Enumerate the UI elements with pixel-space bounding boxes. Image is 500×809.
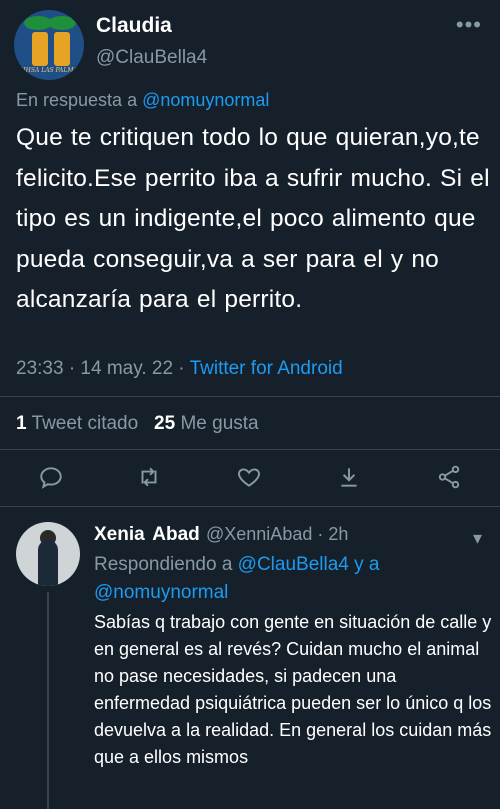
like-icon xyxy=(238,468,260,487)
reply-to-line: En respuesta a @nomuynormal xyxy=(16,90,269,111)
likes-stat[interactable]: 25 Me gusta xyxy=(154,413,259,434)
bookmark-button[interactable] xyxy=(336,464,366,494)
like-label: Me gusta xyxy=(180,413,259,434)
tweet-timestamp[interactable]: 23:33 · 14 may. 22 · xyxy=(16,358,185,379)
author-name[interactable]: Claudia xyxy=(96,14,172,38)
avatar[interactable]: AHHSA LAS PALMAS xyxy=(14,10,84,80)
author-handle[interactable]: @ClauBella4 xyxy=(96,47,207,69)
more-options-icon[interactable]: ••• xyxy=(456,14,482,36)
reply-icon xyxy=(40,467,62,489)
reply-author-name[interactable]: Xenia Abad xyxy=(94,524,200,546)
reply-to-handle-link[interactable]: @nomuynormal xyxy=(142,90,269,110)
replying-prefix: Respondiendo a xyxy=(94,554,233,575)
quote-label: Tweet citado xyxy=(31,413,139,434)
avatar-caption: AHHSA LAS PALMAS xyxy=(16,67,82,74)
palm-leaf xyxy=(48,16,76,30)
share-button[interactable] xyxy=(436,464,466,494)
palm-trunk xyxy=(54,32,70,66)
like-button[interactable] xyxy=(236,464,266,494)
download-icon xyxy=(341,468,357,487)
replying-to-line: Respondiendo a @ClauBella4 y a @nomuynor… xyxy=(94,551,474,607)
like-count: 25 xyxy=(154,413,176,434)
reply-author-handle[interactable]: @XenniAbad · 2h xyxy=(206,524,348,545)
share-icon xyxy=(438,465,460,489)
retweet-button[interactable] xyxy=(136,464,166,494)
retweet-icon xyxy=(141,467,157,487)
tweet-source-link[interactable]: Twitter for Android xyxy=(190,358,343,379)
reply-button[interactable] xyxy=(38,464,68,494)
quote-tweets-stat[interactable]: 1 Tweet citado xyxy=(16,413,138,434)
action-bar xyxy=(0,464,500,498)
thread-line xyxy=(47,592,49,809)
quote-count: 1 xyxy=(16,413,27,434)
reply-avatar[interactable] xyxy=(16,522,80,586)
divider xyxy=(0,396,500,397)
tweet-text: Que te critiquen todo lo que quieran,yo,… xyxy=(16,124,490,313)
reply-more-icon[interactable]: ▾ xyxy=(473,528,482,549)
palm-trunk xyxy=(32,32,48,66)
tweet-meta: 23:33 · 14 may. 22 · Twitter for Android xyxy=(16,358,343,380)
reply-prefix: En respuesta a xyxy=(16,90,138,110)
reply-text: Sabías q trabajo con gente en situación … xyxy=(94,612,492,767)
tweet-stats: 1 Tweet citado 25 Me gusta xyxy=(16,413,259,435)
divider xyxy=(0,449,500,450)
divider xyxy=(0,506,500,507)
avatar-figure xyxy=(38,540,58,586)
